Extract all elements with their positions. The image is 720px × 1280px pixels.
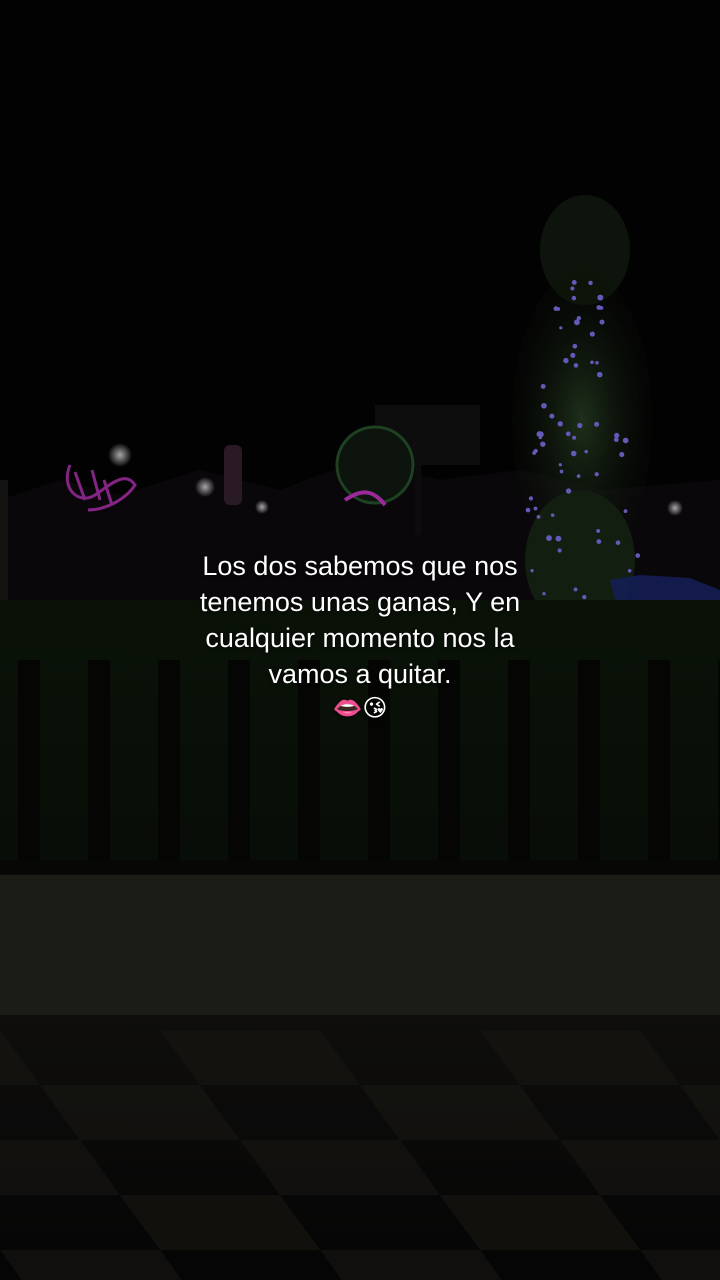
caption-line: Los dos sabemos que nos	[202, 551, 518, 581]
caption-line: tenemos unas ganas, Y en	[199, 587, 521, 617]
caption-line: cualquier momento nos la	[205, 623, 515, 653]
photo-frame: Los dos sabemos que nos tenemos unas gan…	[0, 0, 720, 1280]
caption-line: vamos a quitar.	[268, 659, 452, 689]
emoji-row: 👄😘	[332, 695, 388, 722]
caption-text: Los dos sabemos que nos tenemos unas gan…	[130, 548, 590, 724]
